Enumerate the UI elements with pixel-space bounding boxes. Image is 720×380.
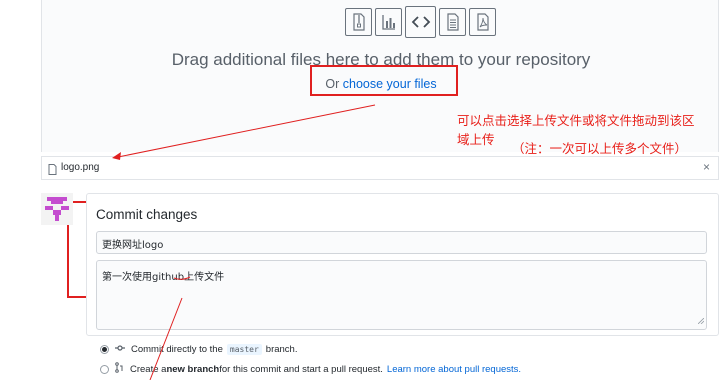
pdf-file-icon xyxy=(469,8,496,36)
create-branch-suffix: for this commit and start a pull request… xyxy=(219,363,383,375)
drag-instructions: Drag additional files here to add them t… xyxy=(171,50,591,69)
commit-direct-prefix: Commit directly to the xyxy=(131,343,223,355)
git-commit-icon xyxy=(115,344,125,355)
annotation-note-line2: 域上传 xyxy=(457,132,495,147)
avatar xyxy=(41,193,73,225)
file-type-icons xyxy=(345,6,496,40)
text-file-icon xyxy=(439,8,466,36)
create-branch-prefix: Create a xyxy=(130,363,167,375)
create-branch-option[interactable]: Create a new branch for this commit and … xyxy=(100,362,521,376)
commit-direct-option[interactable]: Commit directly to the master branch. xyxy=(100,342,297,356)
uploaded-file-row: logo.png × xyxy=(41,156,719,180)
annotation-note-line1: 可以点击选择上传文件或将文件拖动到该区 xyxy=(457,113,695,128)
learn-more-pull-requests-link[interactable]: Learn more about pull requests. xyxy=(387,364,521,375)
pull-request-icon xyxy=(115,362,124,376)
file-name: logo.png xyxy=(61,162,100,173)
resize-grip-icon[interactable] xyxy=(697,316,705,327)
branch-name-badge: master xyxy=(226,343,262,355)
code-file-icon xyxy=(405,6,436,38)
commit-description-textarea[interactable]: 第一次使用github上传文件 xyxy=(96,260,707,330)
commit-summary-input[interactable]: 更换网址logo xyxy=(96,231,707,254)
commit-direct-suffix: branch. xyxy=(265,343,298,355)
chart-file-icon xyxy=(375,8,402,36)
create-branch-radio[interactable] xyxy=(100,364,109,374)
remove-file-button[interactable]: × xyxy=(703,160,710,174)
commit-title: Commit changes xyxy=(96,207,198,222)
choose-files-link[interactable]: choose your files xyxy=(343,77,437,91)
commit-description-value: 第一次使用github上传文件 xyxy=(102,272,225,283)
choose-files-line: Or choose your files xyxy=(42,77,720,91)
or-text: Or xyxy=(325,77,343,91)
new-branch-label: new branch xyxy=(166,363,220,375)
commit-direct-radio[interactable] xyxy=(100,344,109,354)
zip-file-icon xyxy=(345,8,372,36)
file-icon xyxy=(48,162,57,180)
